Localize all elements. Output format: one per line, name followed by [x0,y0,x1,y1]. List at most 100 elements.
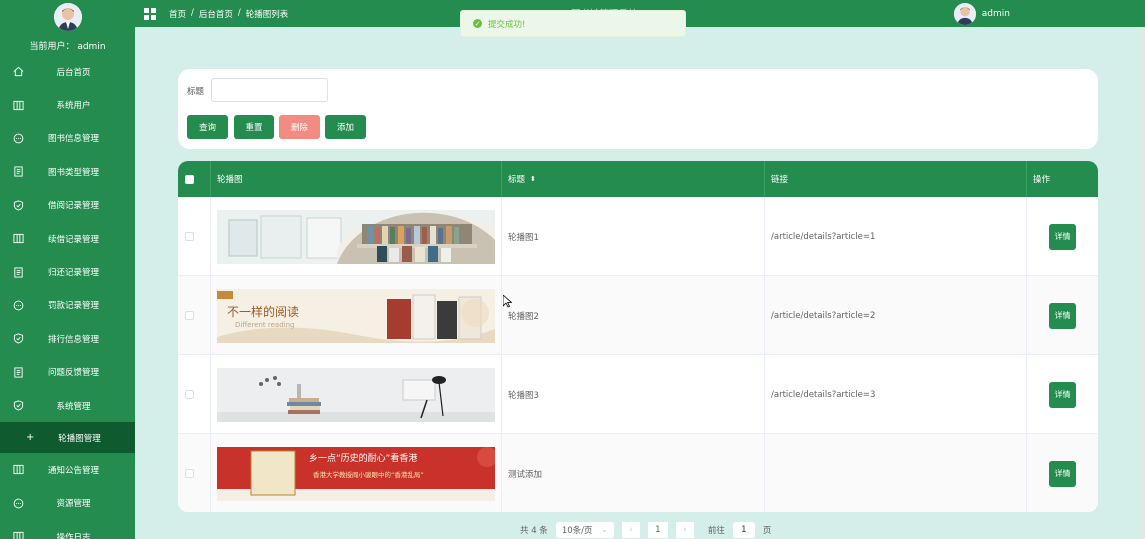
banner-headline: 不一样的阅读 [227,304,300,319]
row-link [765,434,1027,512]
success-toast: ✓ 提交成功! [460,10,686,37]
shield-icon [12,333,24,345]
sidebar-item[interactable]: 后台首页 [0,55,135,88]
pagination: 共 4 条 10条/页 ⌄ ‹ 1 › 前往 1 页 [520,522,771,538]
sidebar-item[interactable]: 图书信息管理 [0,122,135,155]
sidebar-item[interactable]: 图书类型管理 [0,155,135,188]
chat-icon [12,132,24,144]
sidebar-menu: 后台首页 系统用户 图书信息管理 图书类型管理 借阅记录管理 续借记录管理 归还记录管理 罚款… [0,55,135,539]
plus-icon: + [26,432,35,444]
mouse-cursor-icon [502,294,513,311]
sidebar-item-label: 轮播图管理 [58,433,101,444]
chevron-down-icon: ⌄ [600,525,608,535]
table-row: 轮播图3 /article/details?article=3 详情 [178,355,1098,434]
columns-icon [12,99,24,111]
detail-button[interactable]: 详情 [1049,381,1076,408]
sidebar-item[interactable]: 通知公告管理 [0,453,135,486]
col-header-action: 操作 [1033,175,1051,185]
user-box: 当前用户： admin [0,0,135,55]
sidebar-item[interactable]: 归还记录管理 [0,255,135,288]
sidebar-item[interactable]: 资源管理 [0,487,135,520]
sidebar-item[interactable]: 续借记录管理 [0,222,135,255]
banner-image [217,367,495,422]
row-link: /article/details?article=3 [765,355,1027,434]
row-title: 轮播图3 [502,355,765,434]
row-action-cell: 详情 [1027,197,1098,276]
row-title: 测试添加 [502,434,765,512]
chat-icon [12,497,24,509]
sidebar-item[interactable]: 系统用户 [0,88,135,121]
col-header-link: 链接 [765,161,1027,197]
home-icon [12,66,24,78]
goto-page-input[interactable]: 1 [732,522,755,538]
row-action-cell: 详情 [1027,276,1098,355]
sidebar-item[interactable]: 问题反馈管理 [0,356,135,389]
next-page-button[interactable]: › [675,522,694,538]
top-avatar[interactable] [953,2,976,25]
document-icon [12,266,24,278]
page-size-select[interactable]: 10条/页 ⌄ [555,522,614,538]
breadcrumb-dashboard[interactable]: 后台首页 [199,8,233,20]
detail-button[interactable]: 详情 [1049,460,1076,487]
breadcrumb-home[interactable]: 首页 [169,8,186,20]
sidebar-item[interactable]: 借阅记录管理 [0,189,135,222]
top-user-menu[interactable]: admin [953,0,1010,27]
title-search-input[interactable] [211,78,328,102]
sort-icon[interactable]: ⬍ [530,175,536,183]
banner-image: 不一样的阅读 Different reading [217,288,495,343]
row-image-cell: 不一样的阅读 Different reading [211,276,502,355]
row-checkbox[interactable] [185,390,194,399]
top-username[interactable]: admin [982,9,1010,19]
sidebar-item[interactable]: 排行信息管理 [0,322,135,355]
row-image-cell [211,197,502,276]
row-action-cell: 详情 [1027,434,1098,512]
delete-button[interactable]: 删除 [279,115,320,139]
menu-grid-icon[interactable] [144,7,156,20]
table-row: 轮播图1 /article/details?article=1 详情 [178,197,1098,276]
banner-table: 轮播图 标题 ⬍ 链接 操作 轮播图1 /article/details?art… [178,161,1098,512]
table-row: 不一样的阅读 Different reading 轮播图2 /article/d… [178,276,1098,355]
shield-icon [12,199,24,211]
chat-icon [12,299,24,311]
row-checkbox[interactable] [185,311,194,320]
col-header-image: 轮播图 [211,161,502,197]
col-header-title-label: 标题 [508,175,526,185]
row-image-cell: 乡一点“历史的耐心”看香港 香港大学教授阎小骏眼中的“香港乱局” [211,434,502,512]
goto-label: 前往 [707,526,725,536]
document-icon [12,366,24,378]
sidebar-item[interactable]: 操作日志 [0,520,135,539]
row-checkbox[interactable] [185,232,194,241]
sidebar-item[interactable]: 罚款记录管理 [0,289,135,322]
current-user-label: 当前用户： admin [29,42,106,52]
add-button[interactable]: 添加 [325,115,366,139]
sidebar: 当前用户： admin 后台首页 系统用户 图书信息管理 图书类型管理 借阅记录管理 续借… [0,0,135,539]
reset-button[interactable]: 重置 [234,115,274,139]
row-title: 轮播图2 [502,276,765,355]
select-all-checkbox[interactable] [185,174,194,184]
banner-image [217,209,495,264]
row-checkbox[interactable] [185,469,194,478]
page-number-current[interactable]: 1 [647,522,668,538]
detail-button[interactable]: 详情 [1049,302,1076,329]
detail-button[interactable]: 详情 [1049,223,1076,250]
row-action-cell: 详情 [1027,355,1098,434]
avatar [53,3,82,31]
sidebar-item[interactable]: 系统管理 [0,389,135,422]
row-image-cell [211,355,502,434]
query-button[interactable]: 查询 [187,115,228,139]
sidebar-item[interactable]: + 轮播图管理 [0,422,135,454]
columns-icon [12,464,24,476]
table-row: 乡一点“历史的耐心”看香港 香港大学教授阎小骏眼中的“香港乱局” 测试添加 详情 [178,434,1098,512]
col-header-title[interactable]: 标题 ⬍ [502,161,765,197]
page-size-value: 10条/页 [561,526,593,536]
columns-icon [12,531,24,539]
row-title: 轮播图1 [502,197,765,276]
breadcrumb-current: 轮播图列表 [245,9,289,20]
breadcrumb: 首页 / 后台首页 / 轮播图列表 [169,8,288,20]
shield-icon [12,400,24,412]
banner-image: 乡一点“历史的耐心”看香港 香港大学教授阎小骏眼中的“香港乱局” [217,446,495,501]
row-link: /article/details?article=2 [765,276,1027,355]
prev-page-button[interactable]: ‹ [621,522,640,538]
page-scrollbar[interactable] [1141,27,1145,539]
table-header: 轮播图 标题 ⬍ 链接 操作 [178,161,1098,197]
